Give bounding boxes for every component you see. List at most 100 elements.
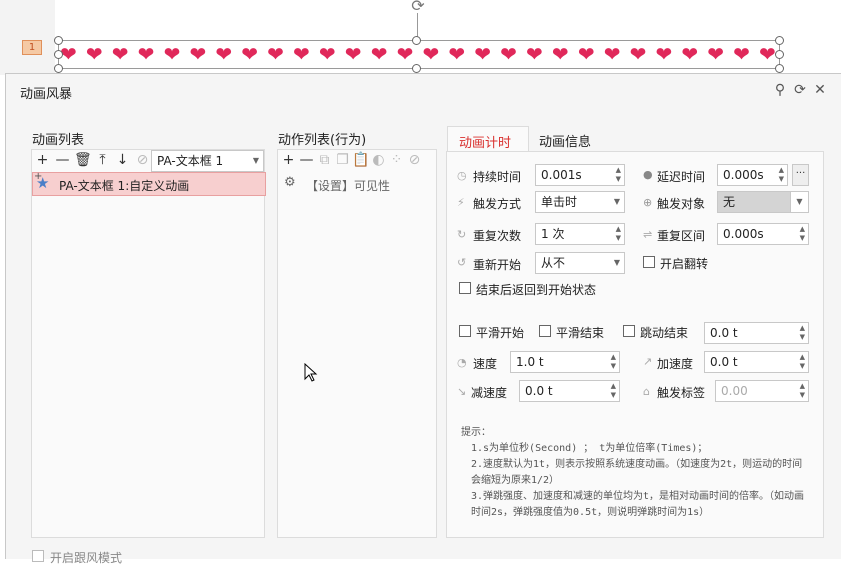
repeat-input[interactable]: 1 次 ▲ ▼ — [535, 223, 625, 245]
heart-icon: ❤ — [603, 42, 621, 66]
duration-label: 持续时间 — [473, 170, 522, 184]
remove-icon[interactable]: — — [54, 152, 71, 168]
trigger-icon: ⚡ — [457, 196, 465, 209]
resize-handle[interactable] — [412, 64, 421, 73]
duration-input[interactable]: 0.001s ▲ ▼ — [535, 164, 625, 186]
add-icon[interactable]: + — [34, 152, 51, 168]
anim-list-title: 动画列表 — [32, 133, 85, 148]
return-checkbox[interactable] — [459, 282, 471, 294]
heart-icon: ❤ — [370, 42, 388, 66]
resize-handle[interactable] — [412, 36, 421, 45]
pin-icon[interactable]: ⚲ — [772, 82, 788, 98]
resize-handle[interactable] — [54, 50, 63, 59]
duplicate-icon[interactable]: ⧉ — [316, 152, 333, 168]
split-icon[interactable]: ◐ — [370, 152, 387, 168]
smooth-end-checkbox[interactable] — [539, 325, 551, 337]
mouse-cursor-icon — [304, 363, 318, 382]
copy-icon[interactable]: ⊘ — [134, 152, 151, 168]
spinner-arrows-icon[interactable]: ▲ ▼ — [800, 324, 805, 342]
resize-handle[interactable] — [775, 50, 784, 59]
heart-icon: ❤ — [629, 42, 647, 66]
heart-icon: ❤ — [85, 42, 103, 66]
trigger-tag-input[interactable]: 0.00 ▲ ▼ — [715, 380, 809, 402]
anim-list-item-selected[interactable]: ★ + PA-文本框 1:自定义动画 — [32, 171, 266, 196]
trigger-select[interactable]: 单击时 ▼ — [535, 191, 625, 213]
action-item-label: 【设置】可见性 — [306, 179, 391, 193]
heart-icon: ❤ — [474, 42, 492, 66]
heart-icon: ❤ — [267, 42, 284, 66]
duration-value: 0.001s — [541, 168, 582, 182]
heart-icon: ❤ — [137, 42, 155, 66]
move-top-icon[interactable]: ⤒ — [94, 152, 111, 168]
refresh-icon[interactable]: ⟳ — [792, 82, 808, 98]
object-select-value: PA-文本框 1 — [157, 154, 224, 168]
bounce-end-checkbox[interactable] — [623, 325, 635, 337]
spinner-arrows-icon[interactable]: ▲ ▼ — [800, 353, 805, 371]
tab-timing[interactable]: 动画计时 — [447, 126, 529, 152]
tab-info[interactable]: 动画信息 — [529, 126, 609, 152]
timing-panel: ◷ 持续时间 0.001s ▲ ▼ ● 延迟时间 0.000s ▲ ▼ ··· ⚡ … — [446, 151, 824, 538]
resize-handle[interactable] — [54, 64, 63, 73]
hint-line-3: 3.弹跳强度、加速度和减速的单位均为t，是相对动画时间的倍率。（如动画时间2s，… — [471, 491, 805, 518]
spinner-arrows-icon[interactable]: ▲ ▼ — [616, 166, 621, 184]
speed-input[interactable]: 1.0 t ▲ ▼ — [510, 351, 620, 373]
spinner-arrows-icon[interactable]: ▲ ▼ — [611, 382, 616, 400]
heart-icon: ❤ — [111, 42, 129, 66]
chevron-down-icon: ▼ — [252, 156, 259, 165]
decel-label: 减速度 — [471, 386, 508, 400]
add-icon[interactable]: + — [280, 152, 297, 168]
action-list-item[interactable]: ⚙ 【设置】可见性 — [278, 174, 436, 194]
paste-icon[interactable]: 📋 — [352, 152, 369, 168]
move-down-icon[interactable]: ↓ — [114, 152, 131, 168]
decel-value: 0.0 t — [525, 384, 553, 398]
flip-checkbox[interactable] — [643, 256, 655, 268]
hint-text: 提示： 1.s为单位秒(Second) ； t为单位倍率(Times)； 2.速… — [461, 425, 811, 521]
smooth-end-label: 平滑结束 — [556, 326, 605, 340]
spinner-arrows-icon[interactable]: ▲ ▼ — [779, 166, 784, 184]
bounce-input[interactable]: 0.0 t ▲ ▼ — [704, 322, 809, 344]
restart-select[interactable]: 从不 ▼ — [535, 252, 625, 274]
accel-input[interactable]: 0.0 t ▲ ▼ — [704, 351, 809, 373]
resize-handle[interactable] — [54, 36, 63, 45]
repeat-interval-input[interactable]: 0.000s ▲ ▼ — [717, 223, 809, 245]
spinner-arrows-icon[interactable]: ▲ ▼ — [800, 382, 805, 400]
object-select[interactable]: PA-文本框 1 ▼ — [151, 150, 264, 172]
flip-label: 开启翻转 — [660, 257, 709, 271]
spinner-arrows-icon[interactable]: ▲ ▼ — [611, 353, 616, 371]
disable-icon[interactable]: ⊘ — [406, 152, 423, 168]
delay-input[interactable]: 0.000s ▲ ▼ — [717, 164, 788, 186]
anim-list-panel: + — 🗑 ⤒ ↓ ⊘ PA-文本框 1 ▼ ★ + PA-文本框 1:自定义动… — [31, 149, 266, 538]
speed-label: 速度 — [473, 357, 498, 371]
trigger-tag-value: 0.00 — [721, 384, 748, 398]
follow-mode-checkbox[interactable] — [32, 550, 44, 562]
delete-icon[interactable]: 🗑 — [74, 152, 92, 168]
close-icon[interactable]: ✕ — [812, 82, 828, 98]
dialog-titlebar: 动画风暴 ⚲ ⟳ ✕ — [6, 74, 841, 106]
group-icon[interactable]: ⁘ — [388, 152, 405, 168]
copy-icon[interactable]: ❐ — [334, 152, 351, 168]
rotate-handle-icon[interactable]: ⟳ — [408, 0, 428, 14]
anim-item-label: PA-文本框 1:自定义动画 — [59, 179, 190, 193]
heart-icon: ❤ — [759, 42, 776, 66]
restart-label: 重新开始 — [473, 258, 522, 272]
trigger-tag-label: 触发标签 — [657, 386, 706, 400]
heart-icon: ❤ — [293, 42, 310, 66]
resize-handle[interactable] — [775, 36, 784, 45]
dialog-title: 动画风暴 — [20, 87, 73, 102]
heart-icon: ❤ — [500, 42, 517, 66]
resize-handle[interactable] — [775, 64, 784, 73]
delay-more-button[interactable]: ··· — [792, 164, 809, 186]
accel-icon: ↗ — [643, 355, 653, 368]
heart-icon: ❤ — [707, 42, 725, 66]
remove-icon[interactable]: — — [298, 152, 315, 168]
restart-icon: ↺ — [457, 256, 467, 269]
accel-label: 加速度 — [657, 357, 694, 371]
spinner-arrows-icon[interactable]: ▲ ▼ — [800, 225, 805, 243]
chevron-down-icon: ▼ — [613, 197, 620, 206]
decel-input[interactable]: 0.0 t ▲ ▼ — [519, 380, 620, 402]
repeat-interval-value: 0.000s — [723, 227, 764, 241]
spinner-arrows-icon[interactable]: ▲ ▼ — [616, 225, 621, 243]
smooth-start-checkbox[interactable] — [459, 325, 471, 337]
heart-icon: ❤ — [733, 42, 750, 66]
trigger-target-select[interactable]: 无 ▼ — [717, 191, 809, 213]
